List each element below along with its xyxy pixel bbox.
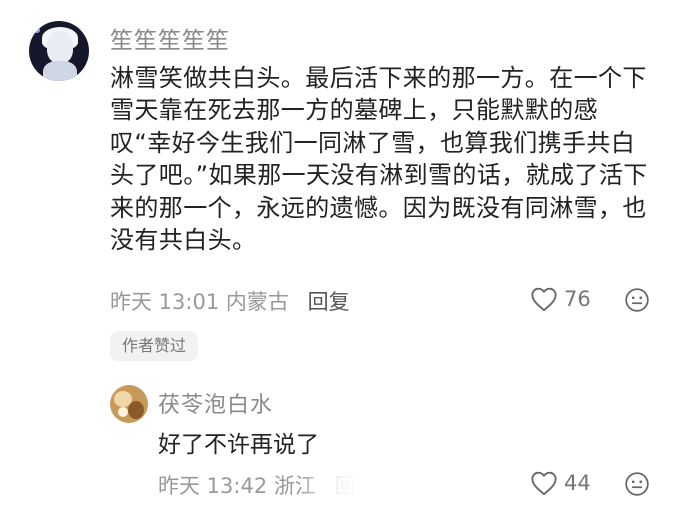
- avatar-decoration: [128, 401, 144, 419]
- reply-avatar[interactable]: [110, 385, 148, 423]
- reply-username[interactable]: 茯苓泡白水: [158, 387, 273, 419]
- avatar-decoration: [118, 407, 128, 417]
- comment-text: 淋雪笑做共白头。最后活下来的那一方。在一个下雪天靠在死去那一方的墓碑上，只能默默…: [110, 64, 648, 255]
- reply-time: 昨天 13:42: [158, 474, 268, 498]
- like-button[interactable]: 44: [530, 470, 591, 496]
- comment-meta: 昨天 13:01 内蒙古 回复: [110, 286, 350, 316]
- heart-outline-icon: [531, 287, 557, 312]
- like-count: 44: [564, 471, 591, 495]
- smiley-face-icon: [625, 288, 649, 312]
- heart-outline-icon: [531, 471, 557, 496]
- avatar[interactable]: [29, 21, 89, 81]
- emoji-button[interactable]: [624, 287, 650, 317]
- reply-button[interactable]: 回复: [308, 290, 350, 314]
- avatar-decoration: [47, 31, 73, 63]
- emoji-button[interactable]: [624, 471, 650, 501]
- avatar-decoration: [43, 61, 77, 81]
- reply-text: 好了不许再说了: [158, 432, 319, 458]
- bottom-fade-overlay: [300, 468, 400, 502]
- smiley-face-icon: [625, 472, 649, 496]
- comment-username[interactable]: 笙笙笙笙笙: [110, 21, 230, 55]
- like-count: 76: [564, 287, 591, 311]
- comment-time: 昨天 13:01: [110, 290, 220, 314]
- like-button[interactable]: 76: [530, 286, 591, 312]
- avatar-decoration: [34, 27, 40, 33]
- author-liked-badge: 作者赞过: [110, 331, 199, 361]
- comment-location: 内蒙古: [225, 290, 289, 314]
